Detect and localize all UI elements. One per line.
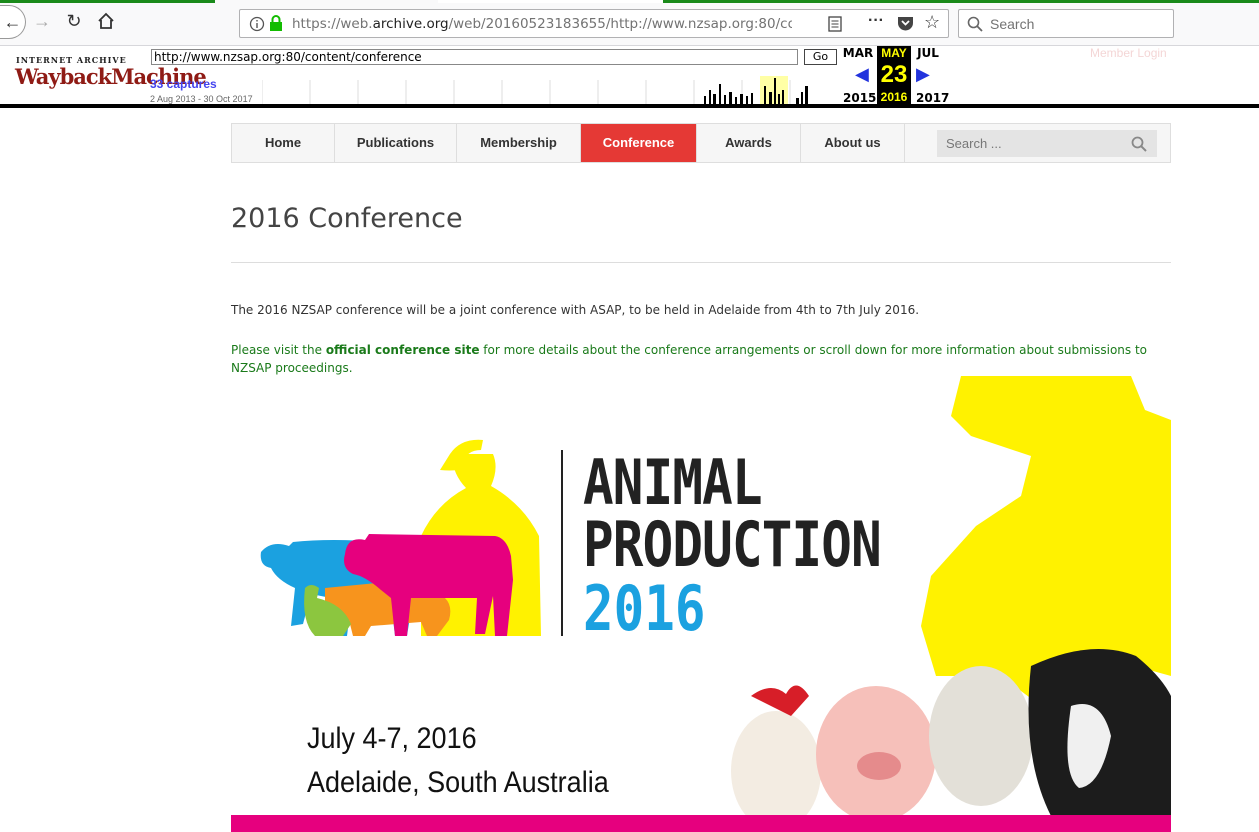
info-icon[interactable] <box>249 16 265 32</box>
captures-link[interactable]: 33 captures <box>150 77 217 91</box>
next-capture-arrow-icon[interactable]: ▶ <box>916 64 930 85</box>
next-year-label[interactable]: 2017 <box>916 91 949 104</box>
more-actions-icon[interactable]: ··· <box>868 12 884 30</box>
browser-search-box[interactable]: Search <box>958 9 1174 38</box>
address-bar[interactable]: https://web.archive.org/web/201605231836… <box>239 9 949 38</box>
reload-button[interactable]: ↻ <box>59 6 89 36</box>
wayback-toolbar: Member Login INTERNET ARCHIVE WaybackMac… <box>0 46 1259 108</box>
chicken-photo <box>731 711 821 831</box>
search-icon <box>967 16 983 32</box>
prev-year-label[interactable]: 2015 <box>843 91 876 104</box>
title-divider <box>231 262 1171 263</box>
sheep-photo <box>929 666 1033 806</box>
site-search-placeholder: Search ... <box>946 136 1002 151</box>
back-arrow-icon: ← <box>3 11 22 32</box>
nav-about-us[interactable]: About us <box>801 124 905 162</box>
url-text: https://web.archive.org/web/201605231836… <box>292 15 792 32</box>
lock-icon <box>270 15 282 31</box>
banner-year: 2016 <box>583 572 706 645</box>
active-tab-gap <box>438 0 663 3</box>
nav-home[interactable]: Home <box>232 124 335 162</box>
site-navigation: Home Publications Membership Conference … <box>231 123 1171 163</box>
nav-awards[interactable]: Awards <box>697 124 801 162</box>
browser-toolbar: ← → ↻ https://web.archive.org/web/201605… <box>0 0 1259 46</box>
search-icon[interactable] <box>1131 136 1147 152</box>
capture-sparkline[interactable] <box>262 48 838 104</box>
nav-membership[interactable]: Membership <box>457 124 581 162</box>
conference-banner: ANIMAL PRODUCTION 2016 July 4-7, 2016 Ad… <box>231 376 1171 832</box>
page-title: 2016 Conference <box>231 203 463 234</box>
banner-title-line2: PRODUCTION <box>583 508 882 581</box>
reader-view-icon[interactable] <box>828 16 842 32</box>
back-button[interactable]: ← <box>0 5 26 39</box>
forward-arrow-icon: → <box>33 10 51 31</box>
pig-snout <box>857 752 901 780</box>
prev-month-label[interactable]: MAR <box>841 46 875 60</box>
tab-indicator-right <box>663 0 1259 3</box>
banner-footer-stripe <box>231 815 1171 832</box>
official-conference-site-link[interactable]: official conference site <box>326 343 480 357</box>
intro-paragraph: The 2016 NZSAP conference will be a join… <box>231 303 920 317</box>
current-day: 23 <box>880 61 908 88</box>
banner-date: July 4-7, 2016 <box>307 722 477 755</box>
capture-range: 2 Aug 2013 - 30 Oct 2017 <box>150 94 253 104</box>
current-month: MAY <box>881 46 907 60</box>
site-search-input[interactable]: Search ... <box>937 130 1157 157</box>
para2-text-start: Please visit the <box>231 343 326 357</box>
current-capture-date: MAY 23 2016 <box>877 46 911 104</box>
next-month-label[interactable]: JUL <box>911 46 945 60</box>
pocket-icon[interactable] <box>897 15 914 32</box>
browser-search-placeholder: Search <box>990 16 1035 32</box>
banner-location: Adelaide, South Australia <box>307 766 609 799</box>
conference-site-paragraph: Please visit the official conference sit… <box>231 341 1151 377</box>
tab-indicator <box>0 0 215 3</box>
forward-button[interactable]: → <box>27 6 57 36</box>
bookmark-star-icon[interactable]: ☆ <box>924 12 940 33</box>
ghost-member-login: Member Login <box>1090 46 1167 60</box>
nav-publications[interactable]: Publications <box>335 124 457 162</box>
home-button[interactable] <box>91 6 121 36</box>
nav-conference[interactable]: Conference <box>581 124 697 162</box>
banner-divider <box>561 450 563 636</box>
reload-icon: ↻ <box>66 10 82 31</box>
home-icon <box>98 12 114 29</box>
current-year: 2016 <box>880 90 908 104</box>
prev-capture-arrow-icon[interactable]: ◀ <box>855 64 869 85</box>
